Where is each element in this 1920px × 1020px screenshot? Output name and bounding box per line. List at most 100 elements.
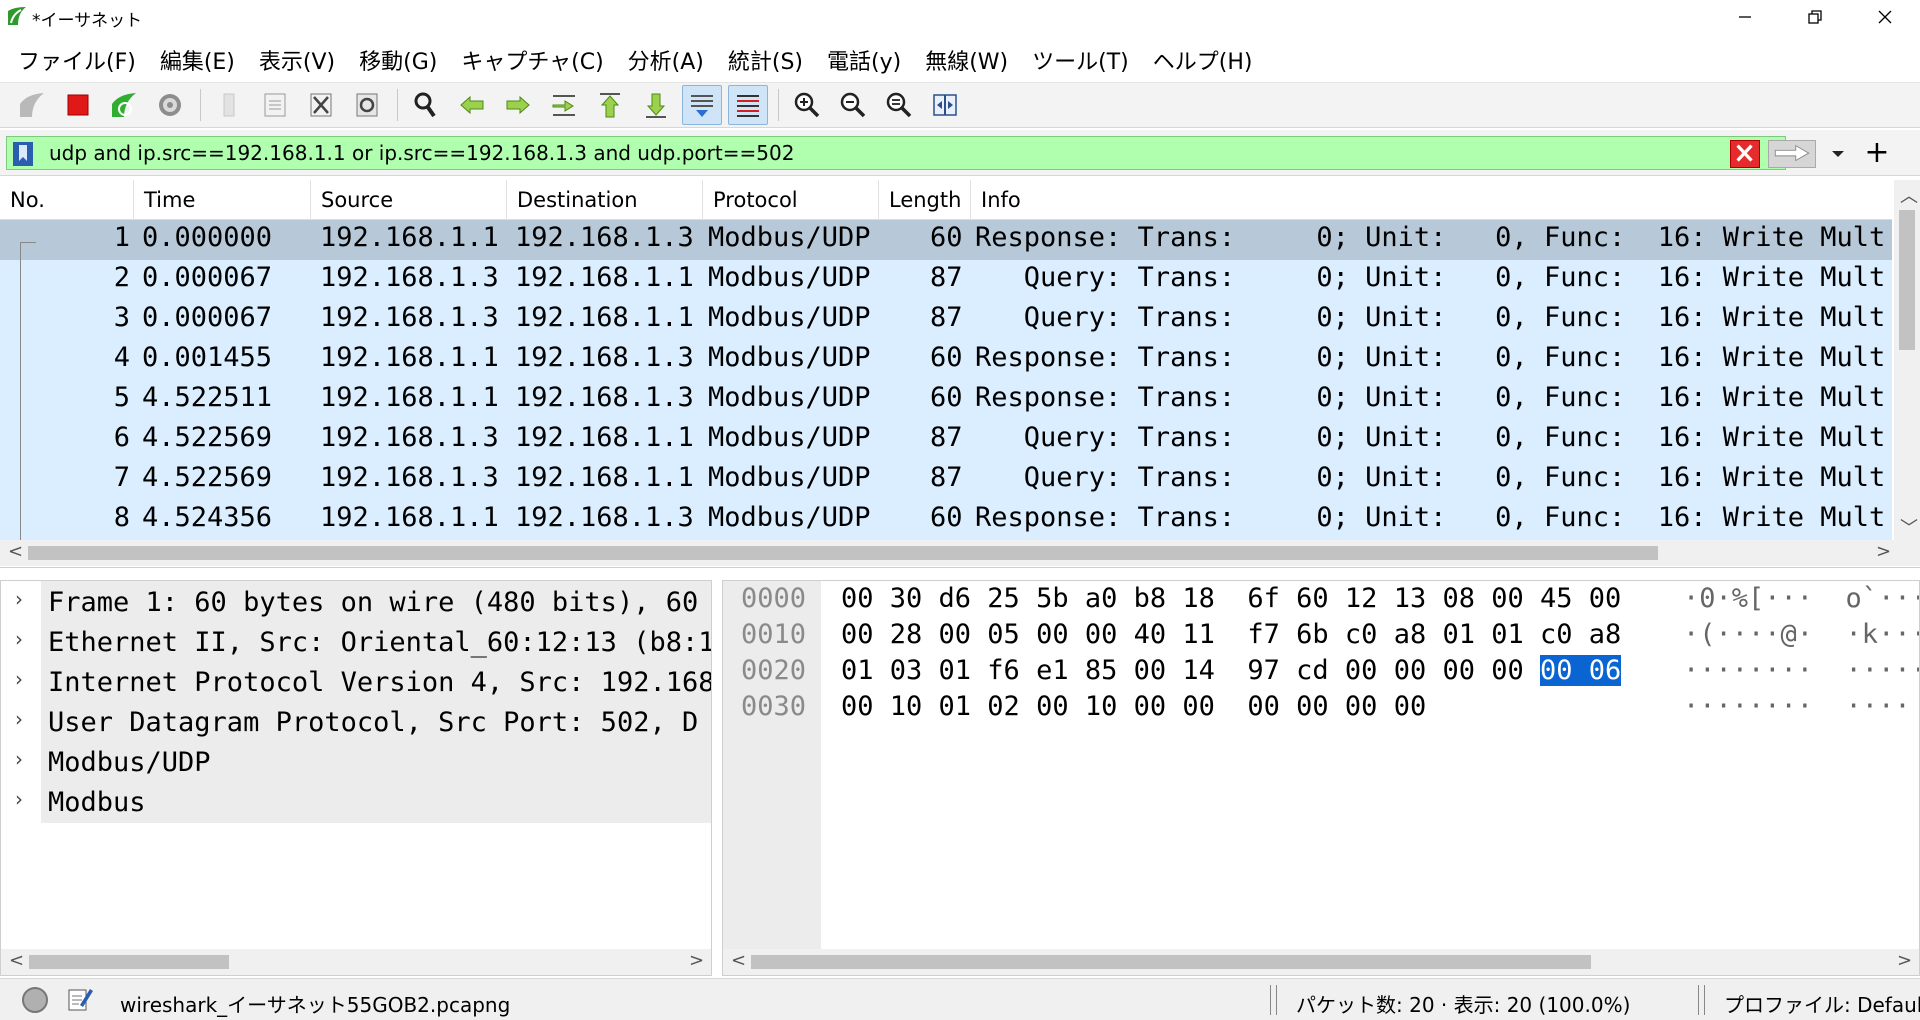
packet-row[interactable]: 8 4.524356 192.168.1.1 192.168.1.3 Modbu…: [0, 500, 1892, 540]
chevron-right-icon[interactable]: ›: [15, 707, 23, 731]
packet-no: 6: [113, 422, 130, 453]
go-first-button[interactable]: [590, 85, 630, 125]
colorize-button[interactable]: [728, 85, 768, 125]
bytes-horizontal-scrollbar[interactable]: < >: [723, 949, 1919, 975]
packet-info: Response: Trans: 0; Unit: 0, Func: 16: W…: [975, 222, 1886, 253]
scroll-right-icon[interactable]: >: [689, 950, 704, 971]
minimize-button[interactable]: [1710, 0, 1780, 34]
add-filter-button[interactable]: +: [1862, 136, 1892, 170]
scroll-down-icon[interactable]: ﹀: [1900, 514, 1918, 540]
go-forward-button[interactable]: [498, 85, 538, 125]
clear-filter-button[interactable]: [1730, 140, 1760, 168]
packet-list-vertical-scrollbar[interactable]: ︿ ﹀: [1894, 180, 1920, 540]
scroll-right-icon[interactable]: >: [1897, 950, 1912, 971]
restart-capture-button[interactable]: [104, 85, 144, 125]
expert-info-icon[interactable]: [22, 987, 48, 1013]
menu-tools[interactable]: ツール(T): [1020, 38, 1141, 76]
menu-file[interactable]: ファイル(F): [6, 38, 148, 76]
packet-row[interactable]: 2 0.000067 192.168.1.3 192.168.1.1 Modbu…: [0, 260, 1892, 300]
scrollbar-thumb[interactable]: [28, 546, 1658, 560]
display-filter-input[interactable]: udp and ip.src==192.168.1.1 or ip.src==1…: [6, 136, 1786, 170]
detail-tree-item[interactable]: › Frame 1: 60 bytes on wire (480 bits), …: [1, 583, 711, 623]
close-window-button[interactable]: [1850, 0, 1920, 34]
chevron-right-icon[interactable]: ›: [15, 747, 23, 771]
bytes-row[interactable]: 0000 00 30 d6 25 5b a0 b8 18 6f 60 12 13…: [723, 583, 1919, 619]
restore-button[interactable]: [1780, 0, 1850, 34]
save-file-button[interactable]: [255, 85, 295, 125]
packet-row[interactable]: 3 0.000067 192.168.1.3 192.168.1.1 Modbu…: [0, 300, 1892, 340]
scrollbar-thumb[interactable]: [29, 955, 229, 969]
column-header-info[interactable]: Info: [971, 180, 1892, 220]
column-header-length[interactable]: Length: [879, 180, 971, 220]
menu-analyze[interactable]: 分析(A): [616, 38, 716, 76]
scroll-left-icon[interactable]: <: [731, 950, 746, 971]
bytes-row[interactable]: 0010 00 28 00 05 00 00 40 11 f7 6b c0 a8…: [723, 619, 1919, 655]
scroll-up-icon[interactable]: ︿: [1900, 182, 1918, 208]
find-packet-button[interactable]: [406, 85, 446, 125]
packet-info: Response: Trans: 0; Unit: 0, Func: 16: W…: [975, 342, 1886, 373]
scrollbar-thumb[interactable]: [751, 955, 1591, 969]
apply-filter-button[interactable]: [1768, 140, 1816, 168]
detail-tree-item[interactable]: › Internet Protocol Version 4, Src: 192.…: [1, 663, 711, 703]
menu-statistics[interactable]: 統計(S): [716, 38, 815, 76]
resize-columns-button[interactable]: [925, 85, 965, 125]
zoom-in-button[interactable]: [787, 85, 827, 125]
bytes-row[interactable]: 0020 01 03 01 f6 e1 85 00 14 97 cd 00 00…: [723, 655, 1919, 691]
chevron-right-icon[interactable]: ›: [15, 627, 23, 651]
scroll-left-icon[interactable]: <: [9, 950, 24, 971]
zoom-in-icon: [794, 92, 820, 118]
go-last-button[interactable]: [636, 85, 676, 125]
capture-comment-icon[interactable]: [66, 985, 94, 1013]
chevron-right-icon[interactable]: ›: [15, 667, 23, 691]
autoscroll-button[interactable]: [682, 85, 722, 125]
menu-help[interactable]: ヘルプ(H): [1141, 38, 1265, 76]
packet-row[interactable]: 1 0.000000 192.168.1.1 192.168.1.3 Modbu…: [0, 220, 1892, 260]
packet-list-horizontal-scrollbar[interactable]: < >: [0, 540, 1920, 566]
menu-capture[interactable]: キャプチャ(C): [449, 38, 615, 76]
conversation-tree-hook: [20, 242, 36, 243]
selected-bytes[interactable]: 00 06: [1540, 655, 1622, 686]
detail-tree-item[interactable]: › User Datagram Protocol, Src Port: 502,…: [1, 703, 711, 743]
scroll-left-icon[interactable]: <: [8, 541, 23, 562]
scrollbar-thumb[interactable]: [1899, 210, 1915, 350]
profile-name[interactable]: プロファイル: Default: [1724, 989, 1920, 1018]
filter-history-dropdown[interactable]: [1824, 140, 1852, 168]
menu-go[interactable]: 移動(G): [347, 38, 449, 76]
column-header-destination[interactable]: Destination: [507, 180, 703, 220]
scroll-right-icon[interactable]: >: [1876, 541, 1891, 562]
hex-group-a: 00 30 d6 25 5b a0 b8 18: [841, 583, 1215, 614]
capture-options-button[interactable]: [150, 85, 190, 125]
reload-file-button[interactable]: [347, 85, 387, 125]
close-file-button[interactable]: [301, 85, 341, 125]
go-to-packet-button[interactable]: [544, 85, 584, 125]
packet-row[interactable]: 4 0.001455 192.168.1.1 192.168.1.3 Modbu…: [0, 340, 1892, 380]
column-header-source[interactable]: Source: [311, 180, 507, 220]
packet-row[interactable]: 5 4.522511 192.168.1.1 192.168.1.3 Modbu…: [0, 380, 1892, 420]
detail-tree-item[interactable]: › Modbus/UDP: [1, 743, 711, 783]
details-horizontal-scrollbar[interactable]: < >: [1, 949, 711, 975]
chevron-right-icon[interactable]: ›: [15, 787, 23, 811]
chevron-right-icon[interactable]: ›: [15, 587, 23, 611]
detail-tree-item[interactable]: › Modbus: [1, 783, 711, 823]
packet-source: 192.168.1.1: [320, 502, 499, 533]
packet-row[interactable]: 6 4.522569 192.168.1.3 192.168.1.1 Modbu…: [0, 420, 1892, 460]
detail-tree-item[interactable]: › Ethernet II, Src: Oriental_60:12:13 (b…: [1, 623, 711, 663]
bytes-row[interactable]: 0030 00 10 01 02 00 10 00 00 00 00 00 00…: [723, 691, 1911, 727]
restore-icon: [1808, 10, 1822, 24]
zoom-normal-button[interactable]: [879, 85, 919, 125]
menu-wireless[interactable]: 無線(W): [913, 38, 1020, 76]
column-header-protocol[interactable]: Protocol: [703, 180, 879, 220]
start-capture-button[interactable]: [12, 85, 52, 125]
open-file-button[interactable]: [209, 85, 249, 125]
status-separator: [1270, 985, 1271, 1015]
column-header-time[interactable]: Time: [134, 180, 311, 220]
column-header-no[interactable]: No.: [0, 180, 134, 220]
packet-row[interactable]: 7 4.522569 192.168.1.3 192.168.1.1 Modbu…: [0, 460, 1892, 500]
stop-capture-button[interactable]: [58, 85, 98, 125]
packet-info: Response: Trans: 0; Unit: 0, Func: 16: W…: [975, 382, 1886, 413]
menu-view[interactable]: 表示(V): [247, 38, 347, 76]
menu-telephony[interactable]: 電話(y): [815, 38, 913, 76]
menu-edit[interactable]: 編集(E): [148, 38, 247, 76]
zoom-out-button[interactable]: [833, 85, 873, 125]
go-back-button[interactable]: [452, 85, 492, 125]
